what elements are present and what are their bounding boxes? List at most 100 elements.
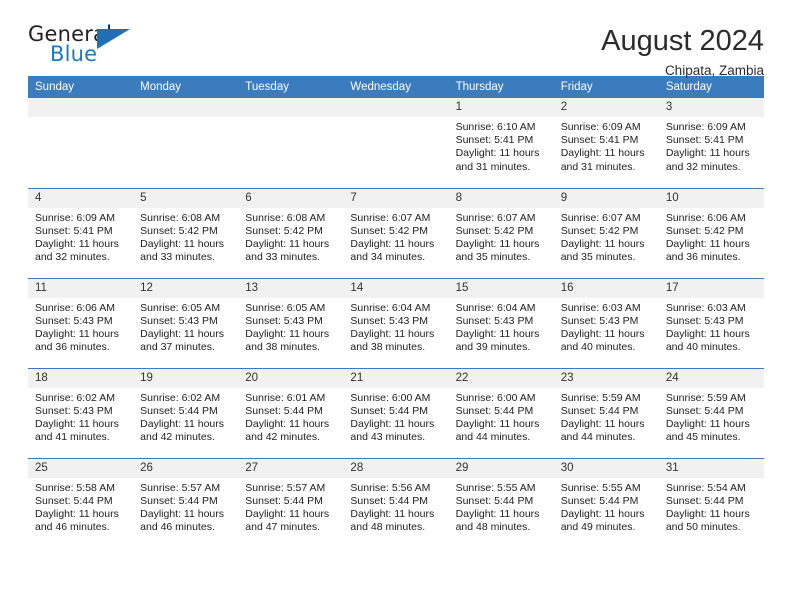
general-blue-logo[interactable]: General Blue — [28, 24, 138, 70]
calendar-day-cell[interactable]: 10 Sunrise: 6:06 AM Sunset: 5:42 PM Dayligh… — [658, 187, 764, 278]
calendar-day-cell[interactable]: 15 Sunrise: 6:04 AM Sunset: 5:43 PM Dayligh… — [448, 277, 554, 368]
sunset-text: Sunset: 5:44 PM — [350, 404, 429, 417]
calendar-day-cell[interactable]: 28 Sunrise: 5:56 AM Sunset: 5:44 PM Dayligh… — [343, 457, 449, 548]
daylight-text: Daylight: 11 hours — [35, 417, 119, 430]
weekday-header-tuesday: Tuesday — [238, 76, 344, 98]
calendar-day-cell[interactable]: 7 Sunrise: 6:07 AM Sunset: 5:42 PM Daylight… — [343, 187, 449, 278]
sunset-text: Sunset: 5:44 PM — [560, 404, 639, 417]
sunrise-text: Sunrise: 6:02 AM — [35, 391, 115, 404]
calendar-day-cell[interactable]: 30 Sunrise: 5:55 AM Sunset: 5:44 PM Dayligh… — [553, 457, 659, 548]
sunset-text: Sunset: 5:43 PM — [455, 314, 534, 327]
calendar-day-cell[interactable]: 14 Sunrise: 6:04 AM Sunset: 5:43 PM Dayligh… — [343, 277, 449, 368]
sunrise-text: Sunrise: 5:57 AM — [140, 481, 221, 494]
weekday-header-saturday: Saturday — [658, 76, 764, 98]
calendar-day-cell[interactable]: 5 Sunrise: 6:08 AM Sunset: 5:42 PM Daylight… — [133, 187, 239, 278]
calendar-day-cell[interactable]: 23 Sunrise: 5:59 AM Sunset: 5:44 PM Dayligh… — [553, 367, 659, 458]
day-number: 1 — [448, 98, 554, 117]
sunrise-text: Sunrise: 6:00 AM — [350, 391, 431, 404]
weekday-header-monday: Monday — [133, 76, 239, 98]
sunset-text: Sunset: 5:42 PM — [350, 224, 429, 237]
calendar-day-cell[interactable]: 12 Sunrise: 6:05 AM Sunset: 5:43 PM Dayligh… — [133, 277, 239, 368]
daylight-text: and 42 minutes. — [245, 431, 320, 444]
daylight-text: Daylight: 11 hours — [140, 507, 224, 520]
daylight-text: Daylight: 11 hours — [560, 147, 645, 160]
day-sun-info: Sunrise: 6:00 AM Sunset: 5:44 PM Daylight:… — [449, 388, 554, 445]
sunset-text: Sunset: 5:41 PM — [665, 134, 744, 147]
day-sun-info: Sunrise: 6:00 AM Sunset: 5:44 PM Daylight:… — [343, 388, 448, 445]
calendar-week-row: 11 Sunrise: 6:06 AM Sunset: 5:43 PM Dayligh… — [28, 277, 764, 368]
calendar-week-row: 1 Sunrise: 6:10 AM Sunset: 5:41 PM Daylight… — [28, 98, 764, 188]
calendar-day-cell[interactable]: 27 Sunrise: 5:57 AM Sunset: 5:44 PM Dayligh… — [238, 457, 344, 548]
calendar-day-cell[interactable]: 22 Sunrise: 6:00 AM Sunset: 5:44 PM Dayligh… — [448, 367, 554, 458]
calendar-day-cell[interactable]: 21 Sunrise: 6:00 AM Sunset: 5:44 PM Dayligh… — [343, 367, 449, 458]
daylight-text: and 33 minutes. — [140, 251, 215, 264]
calendar-day-cell[interactable]: 2 Sunrise: 6:09 AM Sunset: 5:41 PM Daylight… — [553, 98, 659, 188]
daylight-text: Daylight: 11 hours — [560, 327, 645, 340]
page-title: August 2024 — [601, 25, 764, 57]
calendar-day-cell[interactable]: 24 Sunrise: 5:59 AM Sunset: 5:44 PM Dayligh… — [658, 367, 764, 458]
calendar-day-cell[interactable]: 31 Sunrise: 5:54 AM Sunset: 5:44 PM Dayligh… — [658, 457, 764, 548]
day-number: 10 — [658, 188, 764, 208]
sunrise-text: Sunrise: 6:06 AM — [665, 211, 746, 224]
daylight-text: Daylight: 11 hours — [245, 507, 330, 520]
sunrise-text: Sunrise: 6:04 AM — [455, 301, 536, 314]
calendar-day-cell[interactable]: 17 Sunrise: 6:03 AM Sunset: 5:43 PM Dayligh… — [658, 277, 764, 368]
day-sun-info: Sunrise: 5:58 AM Sunset: 5:44 PM Daylight:… — [28, 478, 133, 535]
day-number: 13 — [238, 278, 344, 298]
day-sun-info: Sunrise: 6:04 AM Sunset: 5:43 PM Daylight:… — [449, 298, 554, 355]
daylight-text: and 49 minutes. — [560, 521, 636, 534]
daylight-text: and 35 minutes. — [560, 251, 636, 264]
daylight-text: and 32 minutes. — [665, 160, 741, 173]
sunrise-text: Sunrise: 6:09 AM — [560, 121, 641, 133]
day-sun-info: Sunrise: 6:07 AM Sunset: 5:42 PM Daylight:… — [343, 208, 448, 265]
page-header: General Blue August 2024 Chipata, Zambia — [28, 0, 764, 79]
weekday-headers: Sunday Monday Tuesday Wednesday Thursday Frid… — [28, 76, 764, 98]
day-sun-info: Sunrise: 6:03 AM Sunset: 5:43 PM Daylight:… — [554, 298, 659, 355]
calendar-day-cell[interactable]: 11 Sunrise: 6:06 AM Sunset: 5:43 PM Dayligh… — [28, 277, 134, 368]
day-number: 2 — [553, 98, 659, 117]
day-number: 28 — [343, 458, 449, 478]
calendar-day-cell-empty — [238, 98, 344, 188]
day-number: 5 — [133, 188, 239, 208]
calendar-week-row: 18 Sunrise: 6:02 AM Sunset: 5:43 PM Dayligh… — [28, 367, 764, 458]
calendar-day-cell[interactable]: 3 Sunrise: 6:09 AM Sunset: 5:41 PM Daylight… — [658, 98, 764, 188]
calendar-day-cell[interactable]: 13 Sunrise: 6:05 AM Sunset: 5:43 PM Dayligh… — [238, 277, 344, 368]
sunset-text: Sunset: 5:42 PM — [455, 224, 534, 237]
day-number: 7 — [343, 188, 449, 208]
calendar-table: Sunday Monday Tuesday Wednesday Thursday Frid… — [28, 76, 764, 548]
calendar-day-cell[interactable]: 16 Sunrise: 6:03 AM Sunset: 5:43 PM Dayligh… — [553, 277, 659, 368]
calendar-header-row: Sunday Monday Tuesday Wednesday Thursday Frid… — [28, 76, 764, 98]
daylight-text: Daylight: 11 hours — [35, 327, 119, 340]
calendar-day-cell-empty — [343, 98, 449, 188]
daylight-text: and 43 minutes. — [350, 431, 426, 444]
daylight-text: and 38 minutes. — [245, 341, 320, 354]
calendar-day-cell[interactable]: 9 Sunrise: 6:07 AM Sunset: 5:42 PM Daylight… — [553, 187, 659, 278]
calendar-day-cell[interactable]: 19 Sunrise: 6:02 AM Sunset: 5:44 PM Dayligh… — [133, 367, 239, 458]
calendar-day-cell[interactable]: 6 Sunrise: 6:08 AM Sunset: 5:42 PM Daylight… — [238, 187, 344, 278]
calendar-day-cell[interactable]: 8 Sunrise: 6:07 AM Sunset: 5:42 PM Daylight… — [448, 187, 554, 278]
daylight-text: and 36 minutes. — [665, 251, 741, 264]
day-sun-info: Sunrise: 6:01 AM Sunset: 5:44 PM Daylight:… — [238, 388, 343, 445]
calendar-day-cell[interactable]: 18 Sunrise: 6:02 AM Sunset: 5:43 PM Dayligh… — [28, 367, 134, 458]
day-number: 20 — [238, 368, 344, 388]
calendar-day-cell[interactable]: 20 Sunrise: 6:01 AM Sunset: 5:44 PM Dayligh… — [238, 367, 344, 458]
sunrise-text: Sunrise: 5:55 AM — [455, 481, 536, 494]
daylight-text: and 34 minutes. — [350, 251, 426, 264]
day-sun-info: Sunrise: 6:05 AM Sunset: 5:43 PM Daylight:… — [133, 298, 238, 355]
calendar-day-cell[interactable]: 4 Sunrise: 6:09 AM Sunset: 5:41 PM Daylight… — [28, 187, 134, 278]
sunset-text: Sunset: 5:43 PM — [35, 404, 113, 417]
daylight-text: Daylight: 11 hours — [455, 507, 540, 520]
daylight-text: Daylight: 11 hours — [560, 417, 645, 430]
calendar-day-cell[interactable]: 29 Sunrise: 5:55 AM Sunset: 5:44 PM Dayligh… — [448, 457, 554, 548]
sunset-text: Sunset: 5:44 PM — [560, 494, 639, 507]
sunrise-text: Sunrise: 6:07 AM — [560, 211, 641, 224]
day-sun-info: Sunrise: 5:57 AM Sunset: 5:44 PM Daylight:… — [133, 478, 238, 535]
logo-text-blue: Blue — [50, 42, 98, 66]
sunset-text: Sunset: 5:41 PM — [560, 134, 639, 147]
day-number: 26 — [133, 458, 239, 478]
sunset-text: Sunset: 5:41 PM — [455, 134, 534, 147]
calendar-day-cell[interactable]: 25 Sunrise: 5:58 AM Sunset: 5:44 PM Dayligh… — [28, 457, 134, 548]
day-number: 25 — [28, 458, 134, 478]
calendar-day-cell[interactable]: 26 Sunrise: 5:57 AM Sunset: 5:44 PM Dayligh… — [133, 457, 239, 548]
calendar-day-cell[interactable]: 1 Sunrise: 6:10 AM Sunset: 5:41 PM Daylight… — [448, 98, 554, 188]
